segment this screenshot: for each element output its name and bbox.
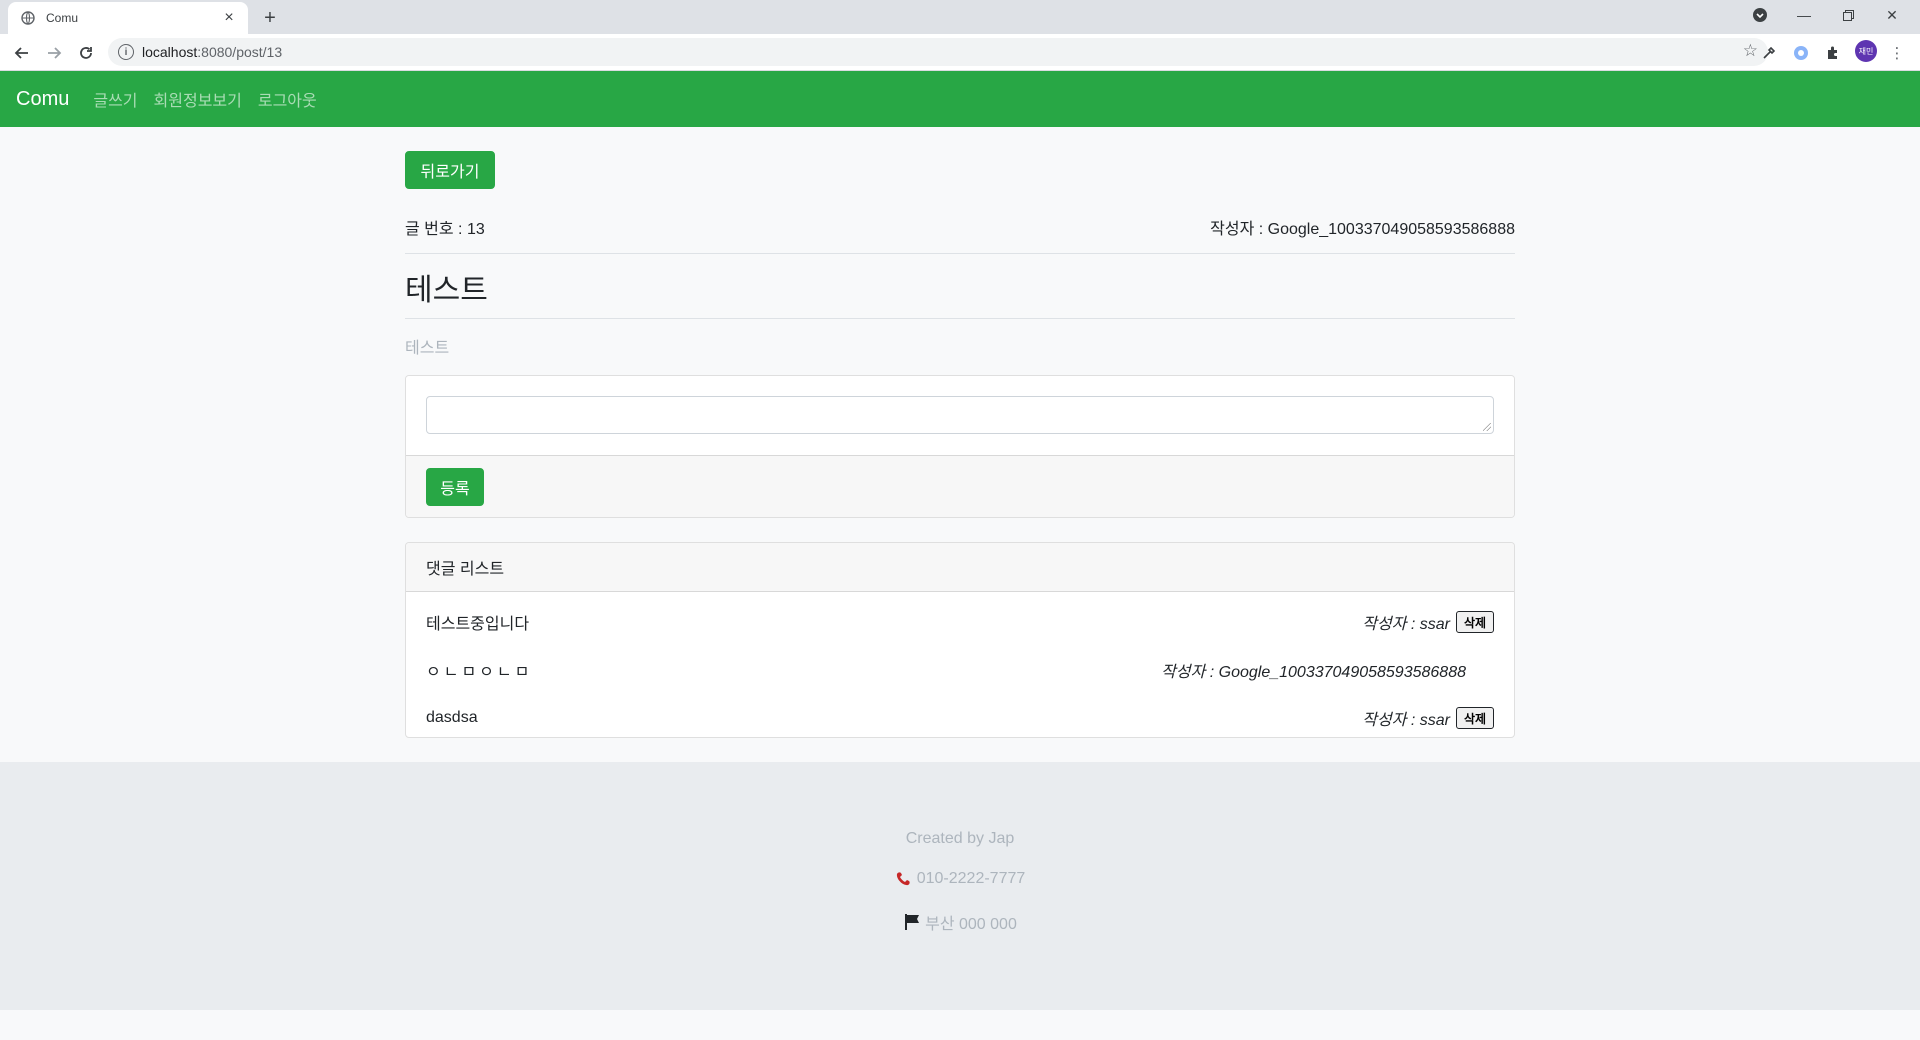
tab-close-icon[interactable]: × <box>220 9 238 27</box>
comment-content: 테스트중입니다 <box>426 616 530 633</box>
eyedropper-extension-icon[interactable] <box>1758 42 1780 64</box>
back-button[interactable]: 뒤로가기 <box>405 151 495 189</box>
comments-card: 댓글 리스트 테스트중입니다 작성자 : ssar 삭제 ㅇㄴㅁㅇㄴㅁ 작성자 … <box>405 542 1515 738</box>
reply-textarea[interactable] <box>426 396 1494 434</box>
comment-meta: 작성자 : ssar 삭제 <box>1362 706 1494 730</box>
globe-icon <box>20 10 36 26</box>
site-footer: Created by Jap 010-2222-7777 부산 000 000 <box>0 762 1920 1010</box>
comment-content: ㅇㄴㅁㅇㄴㅁ <box>426 664 533 681</box>
footer-address: 부산 000 000 <box>0 910 1920 934</box>
divider <box>405 253 1515 254</box>
site-navbar: Comu 글쓰기 회원정보보기 로그아웃 <box>0 71 1920 127</box>
delete-comment-button[interactable]: 삭제 <box>1456 707 1494 729</box>
delete-comment-button[interactable]: 삭제 <box>1456 611 1494 633</box>
brand-link[interactable]: Comu <box>16 88 69 111</box>
reply-form-body <box>406 376 1514 455</box>
nav-link-member-info[interactable]: 회원정보보기 <box>154 87 242 111</box>
comment-meta: 작성자 : ssar 삭제 <box>1362 610 1494 634</box>
site-info-icon[interactable]: i <box>118 44 134 60</box>
reload-icon[interactable] <box>72 40 100 66</box>
browser-toolbar: i localhost:8080/post/13 ☆ ⋮ <box>0 34 1920 71</box>
minimize-icon[interactable]: — <box>1782 0 1826 30</box>
url-host: localhost <box>142 44 198 60</box>
url-path: :8080/post/13 <box>197 44 283 60</box>
profile-avatar[interactable]: 재민 <box>1855 40 1877 62</box>
forward-arrow-icon[interactable] <box>40 40 68 66</box>
comment-item: dasdsa 작성자 : ssar 삭제 <box>426 703 1494 733</box>
comment-content: dasdsa <box>426 709 478 726</box>
browser-tabbar: Comu × + — ✕ <box>0 0 1920 34</box>
reply-form-footer: 등록 <box>406 455 1514 517</box>
address-bar[interactable]: i localhost:8080/post/13 ☆ <box>108 38 1768 66</box>
footer-created-by: Created by Jap <box>0 830 1920 848</box>
close-window-icon[interactable]: ✕ <box>1870 0 1914 30</box>
comment-item: ㅇㄴㅁㅇㄴㅁ 작성자 : Google_10033704905859358688… <box>426 655 1494 685</box>
kebab-menu-icon[interactable]: ⋮ <box>1886 42 1908 64</box>
new-tab-icon[interactable]: + <box>258 6 282 30</box>
bookmark-star-icon[interactable]: ☆ <box>1743 41 1758 61</box>
phone-icon <box>895 871 913 887</box>
footer-phone-text: 010-2222-7777 <box>916 870 1026 887</box>
restore-icon[interactable] <box>1826 0 1870 30</box>
browser-tab[interactable]: Comu × <box>8 2 248 34</box>
divider <box>405 318 1515 319</box>
post-number: 글 번호 : 13 <box>405 221 485 238</box>
back-arrow-icon[interactable] <box>8 40 36 66</box>
reply-form-card: 등록 <box>405 375 1515 518</box>
footer-created-by-text: Created by Jap <box>905 830 1015 847</box>
nav-link-write[interactable]: 글쓰기 <box>93 87 137 111</box>
footer-address-text: 부산 000 000 <box>925 916 1017 933</box>
comment-author: 작성자 : ssar <box>1362 616 1450 633</box>
comments-header: 댓글 리스트 <box>406 543 1514 592</box>
comment-author: 작성자 : ssar <box>1362 712 1450 729</box>
flag-icon <box>903 913 921 931</box>
comment-item: 테스트중입니다 작성자 : ssar 삭제 <box>426 607 1494 637</box>
nav-link-logout[interactable]: 로그아웃 <box>258 87 317 111</box>
post-meta: 글 번호 : 13 작성자 : Google_10033704905859358… <box>405 215 1515 239</box>
footer-phone: 010-2222-7777 <box>0 870 1920 888</box>
post-author: 작성자 : Google_100337049058593586888 <box>1210 221 1515 238</box>
tab-title: Comu <box>46 11 79 25</box>
puzzle-extensions-icon[interactable] <box>1822 42 1844 64</box>
url-text: localhost:8080/post/13 <box>142 44 282 60</box>
submit-reply-button[interactable]: 등록 <box>426 468 484 506</box>
comment-meta: 작성자 : Google_100337049058593586888 <box>1161 658 1466 682</box>
post-content: 테스트 <box>405 340 450 357</box>
post-title: 테스트 <box>405 274 488 307</box>
circle-extension-icon[interactable] <box>1790 42 1812 64</box>
comment-author: 작성자 : Google_100337049058593586888 <box>1161 664 1466 681</box>
tab-search-icon[interactable] <box>1738 0 1782 30</box>
